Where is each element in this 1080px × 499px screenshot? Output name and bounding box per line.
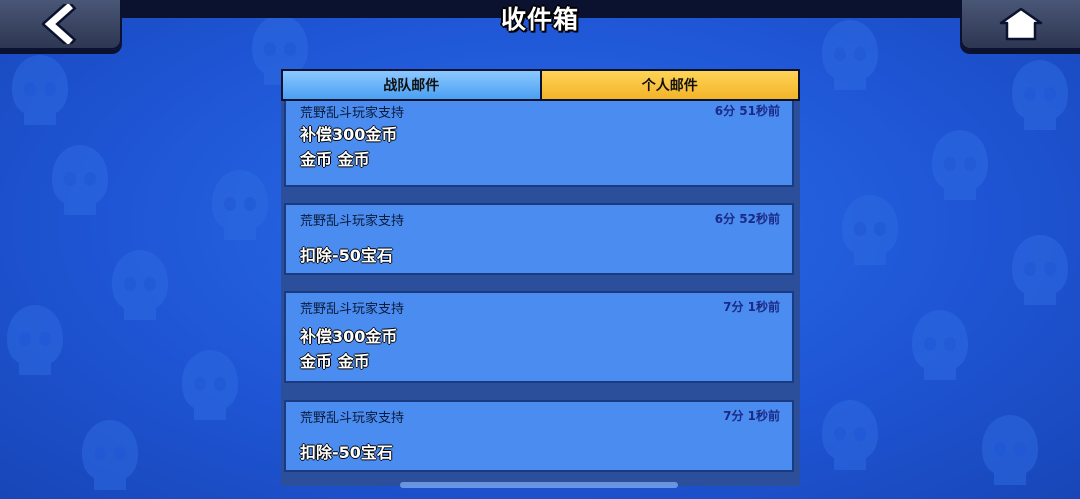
mail-list[interactable]: 荒野乱斗玩家支持 6分 51秒前 补偿300金币 金币 金币 荒野乱斗玩家支持 …: [281, 101, 800, 486]
list-scrollbar[interactable]: [400, 482, 678, 488]
mail-time: 6分 52秒前: [714, 212, 780, 226]
mail-item[interactable]: 荒野乱斗玩家支持 7分 1秒前 补偿300金币 金币 金币: [284, 291, 794, 383]
mail-sender: 荒野乱斗玩家支持: [300, 214, 405, 229]
mail-sender: 荒野乱斗玩家支持: [300, 106, 405, 121]
mail-time: 7分 1秒前: [723, 409, 780, 423]
page-title: 收件箱: [500, 5, 579, 34]
tab-team-mail[interactable]: 战队邮件: [283, 71, 540, 99]
mail-time: 6分 51秒前: [714, 104, 780, 118]
mail-time: 7分 1秒前: [723, 300, 780, 314]
mail-line-1: 补偿300金币: [300, 125, 398, 144]
mail-item[interactable]: 荒野乱斗玩家支持 6分 52秒前 扣除-50宝石: [284, 203, 794, 275]
mail-sender: 荒野乱斗玩家支持: [300, 302, 405, 317]
home-button[interactable]: [960, 0, 1080, 50]
mail-line-1: 扣除-50宝石: [300, 246, 393, 265]
mail-line-1: 扣除-50宝石: [300, 443, 393, 462]
mail-item[interactable]: 荒野乱斗玩家支持 7分 1秒前 扣除-50宝石: [284, 400, 794, 472]
tab-personal-mail[interactable]: 个人邮件: [541, 71, 798, 99]
home-icon: [999, 7, 1043, 41]
mail-line-2: 金币 金币: [300, 150, 370, 169]
mail-line-1: 补偿300金币: [300, 327, 398, 346]
mail-item[interactable]: 荒野乱斗玩家支持 6分 51秒前 补偿300金币 金币 金币: [284, 101, 794, 187]
mail-tabs: 战队邮件 个人邮件: [281, 69, 800, 101]
mail-sender: 荒野乱斗玩家支持: [300, 411, 405, 426]
mail-line-2: 金币 金币: [300, 352, 370, 371]
